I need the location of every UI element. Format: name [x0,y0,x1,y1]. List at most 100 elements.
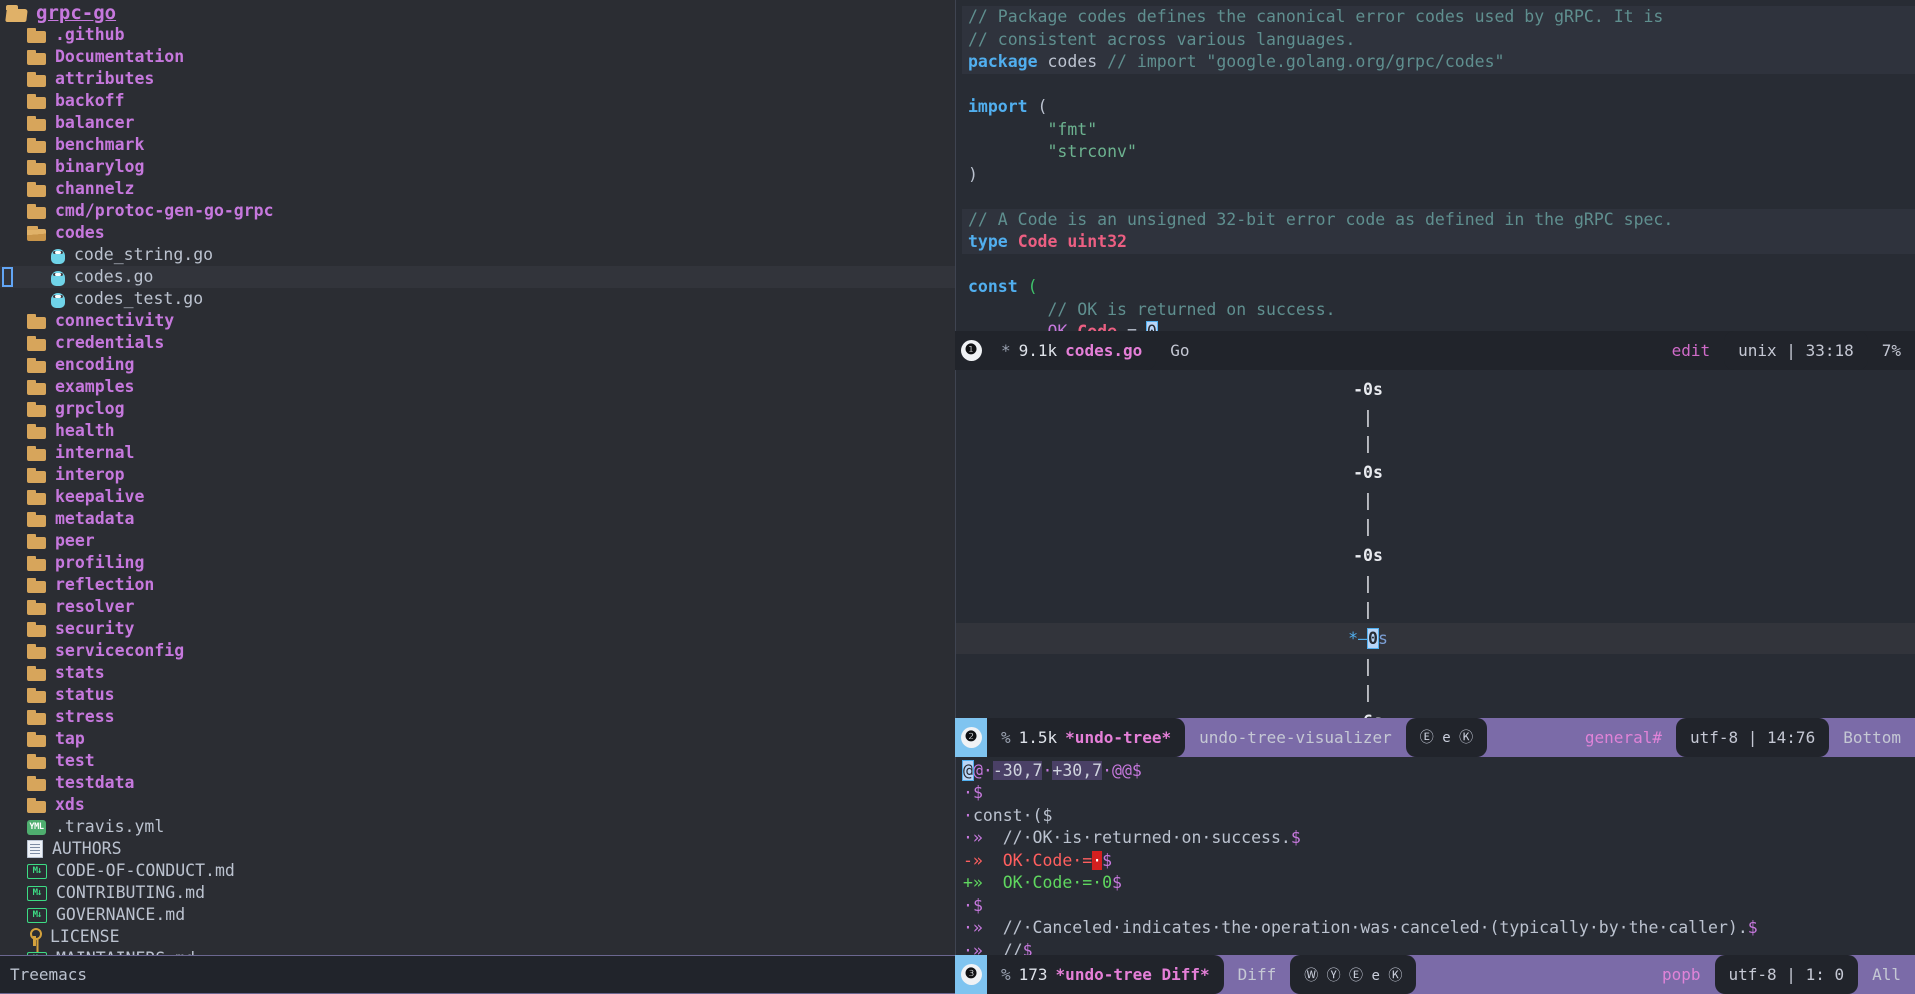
undo-tree-node[interactable]: -0s [956,540,1915,571]
tree-dir-node[interactable]: grpclog [0,398,955,420]
tree-dir-node[interactable]: security [0,618,955,640]
tree-dir-node[interactable]: profiling [0,552,955,574]
tree-file-node[interactable]: M↓ CONTRIBUTING.md [0,882,955,904]
tree-dir-node[interactable]: examples [0,376,955,398]
minor-modes-2[interactable]: Ⓔ e Ⓚ [1405,717,1488,757]
undo-node-label: s [1377,628,1388,648]
treemacs-file-tree[interactable]: grpc-go .github Documentation attributes ba… [0,0,955,955]
diff-hunk-marker: @ [972,760,983,780]
diff-ctx-sign: ·» [963,828,983,848]
tree-file-node[interactable]: LICENSE [0,926,955,948]
minor-modes-3[interactable]: Ⓦ Ⓨ Ⓔ e Ⓚ [1290,955,1417,994]
tree-dir-node[interactable]: metadata [0,508,955,530]
code-line: // A Code is an unsigned 32-bit error co… [962,208,1915,231]
tree-dir-node[interactable]: codes [0,222,955,244]
undo-tree-visualizer-pane[interactable]: -0s||-0s||-0s||*—0s||-6s||-0s [955,369,1915,718]
tree-node-label: backoff [55,91,125,110]
text-cursor: 0 [1145,321,1158,331]
buffer-info-3[interactable]: % 173 *undo-tree Diff* [987,955,1224,994]
tree-file-node[interactable]: code_string.go [0,244,955,266]
folder-icon [27,423,46,439]
buffer-info-2[interactable]: % 1.5k *undo-tree* [987,717,1186,757]
tree-dir-node[interactable]: resolver [0,596,955,618]
folder-icon [27,621,46,637]
treemacs-sidebar: grpc-go .github Documentation attributes ba… [0,0,955,994]
tree-dir-node[interactable]: benchmark [0,134,955,156]
folder-icon [27,731,46,747]
tree-dir-node[interactable]: encoding [0,354,955,376]
major-mode-2[interactable]: undo-tree-visualizer [1185,717,1406,757]
diff-hunk-old-range: -30,7 [992,760,1043,780]
tree-file-node[interactable]: YML .travis.yml [0,816,955,838]
folder-icon [27,379,46,395]
tree-dir-node[interactable]: balancer [0,112,955,134]
code-token: import [968,97,1028,116]
markdown-icon: M↓ [27,863,47,879]
major-mode-1[interactable]: Go [1156,331,1203,370]
tree-dir-node[interactable]: interop [0,464,955,486]
markdown-icon: M↓ [27,885,47,901]
markdown-icon: M↓ [27,951,47,955]
tree-dir-node[interactable]: testdata [0,772,955,794]
tree-file-node[interactable]: codes.go [0,266,955,288]
tree-node-label: .github [55,25,125,44]
major-mode-3[interactable]: Diff [1223,955,1291,994]
tree-dir-node[interactable]: internal [0,442,955,464]
tree-dir-node[interactable]: reflection [0,574,955,596]
key-icon [27,928,42,946]
diff-del-sign: -» [963,850,983,870]
code-token: // A Code is an unsigned 32-bit error co… [968,209,1674,229]
tree-dir-node[interactable]: test [0,750,955,772]
tree-node-label: CODE-OF-CONDUCT.md [56,861,235,880]
undo-node-label: -0s [1353,545,1383,565]
tree-file-node[interactable]: M↓ GOVERNANCE.md [0,904,955,926]
tree-dir-node[interactable]: Documentation [0,46,955,68]
tree-dir-node[interactable]: .github [0,24,955,46]
tree-dir-node[interactable]: credentials [0,332,955,354]
tree-dir-node[interactable]: peer [0,530,955,552]
tree-file-node[interactable]: AUTHORS [0,838,955,860]
undo-tree-diff-pane[interactable]: @@·-30,7·+30,7·@@$ ·$ ·const·($ ·» //·OK·is… [955,756,1915,955]
tree-dir-node[interactable]: serviceconfig [0,640,955,662]
undo-tree-node[interactable]: -0s [956,374,1915,405]
tree-dir-node[interactable]: keepalive [0,486,955,508]
eol-marker: $ [1112,873,1122,893]
tree-file-node[interactable]: codes_test.go [0,288,955,310]
folder-icon [27,555,46,571]
tree-dir-node[interactable]: connectivity [0,310,955,332]
tree-dir-node[interactable]: tap [0,728,955,750]
code-token: "fmt" [1047,119,1098,139]
tree-dir-node[interactable]: channelz [0,178,955,200]
open-folder-icon [27,225,46,241]
tree-dir-node[interactable]: status [0,684,955,706]
encoding-3[interactable]: utf-8 | 1: 0 [1714,955,1859,994]
tree-dir-node[interactable]: binarylog [0,156,955,178]
undo-tree-node[interactable]: -6s [956,706,1915,718]
encoding-1[interactable]: unix | 33:18 [1724,330,1868,370]
tree-dir-node[interactable]: stats [0,662,955,684]
undo-tree-current-node[interactable]: *—0s [956,622,1915,654]
undo-tree-node[interactable]: -0s [956,457,1915,488]
treemacs-root-node[interactable]: grpc-go [0,2,955,24]
code-editor-pane[interactable]: // Package codes defines the canonical e… [955,0,1915,331]
tree-file-node[interactable]: M↓ CODE-OF-CONDUCT.md [0,860,955,882]
tree-dir-node[interactable]: attributes [0,68,955,90]
folder-icon [27,489,46,505]
buffer-info-1[interactable]: * 9.1k codes.go [987,330,1157,370]
tree-dir-node[interactable]: cmd/protoc-gen-go-grpc [0,200,955,222]
tree-dir-node[interactable]: backoff [0,90,955,112]
diff-del-highlight: · [1092,850,1103,870]
undo-node-label: -0s [1353,462,1383,482]
tree-dir-node[interactable]: health [0,420,955,442]
code-token: // consistent across various languages. [968,29,1356,49]
encoding-2[interactable]: utf-8 | 14:76 [1675,717,1830,757]
tree-node-label: profiling [55,553,145,572]
document-icon [27,840,43,858]
tree-file-node[interactable]: M↓ MAINTAINERS.md [0,948,955,955]
eol-marker: $ [972,895,983,915]
window-number-badge-3: ❸ [955,955,987,994]
tree-dir-node[interactable]: xds [0,794,955,816]
code-token: OK [1047,322,1067,331]
tree-dir-node[interactable]: stress [0,706,955,728]
